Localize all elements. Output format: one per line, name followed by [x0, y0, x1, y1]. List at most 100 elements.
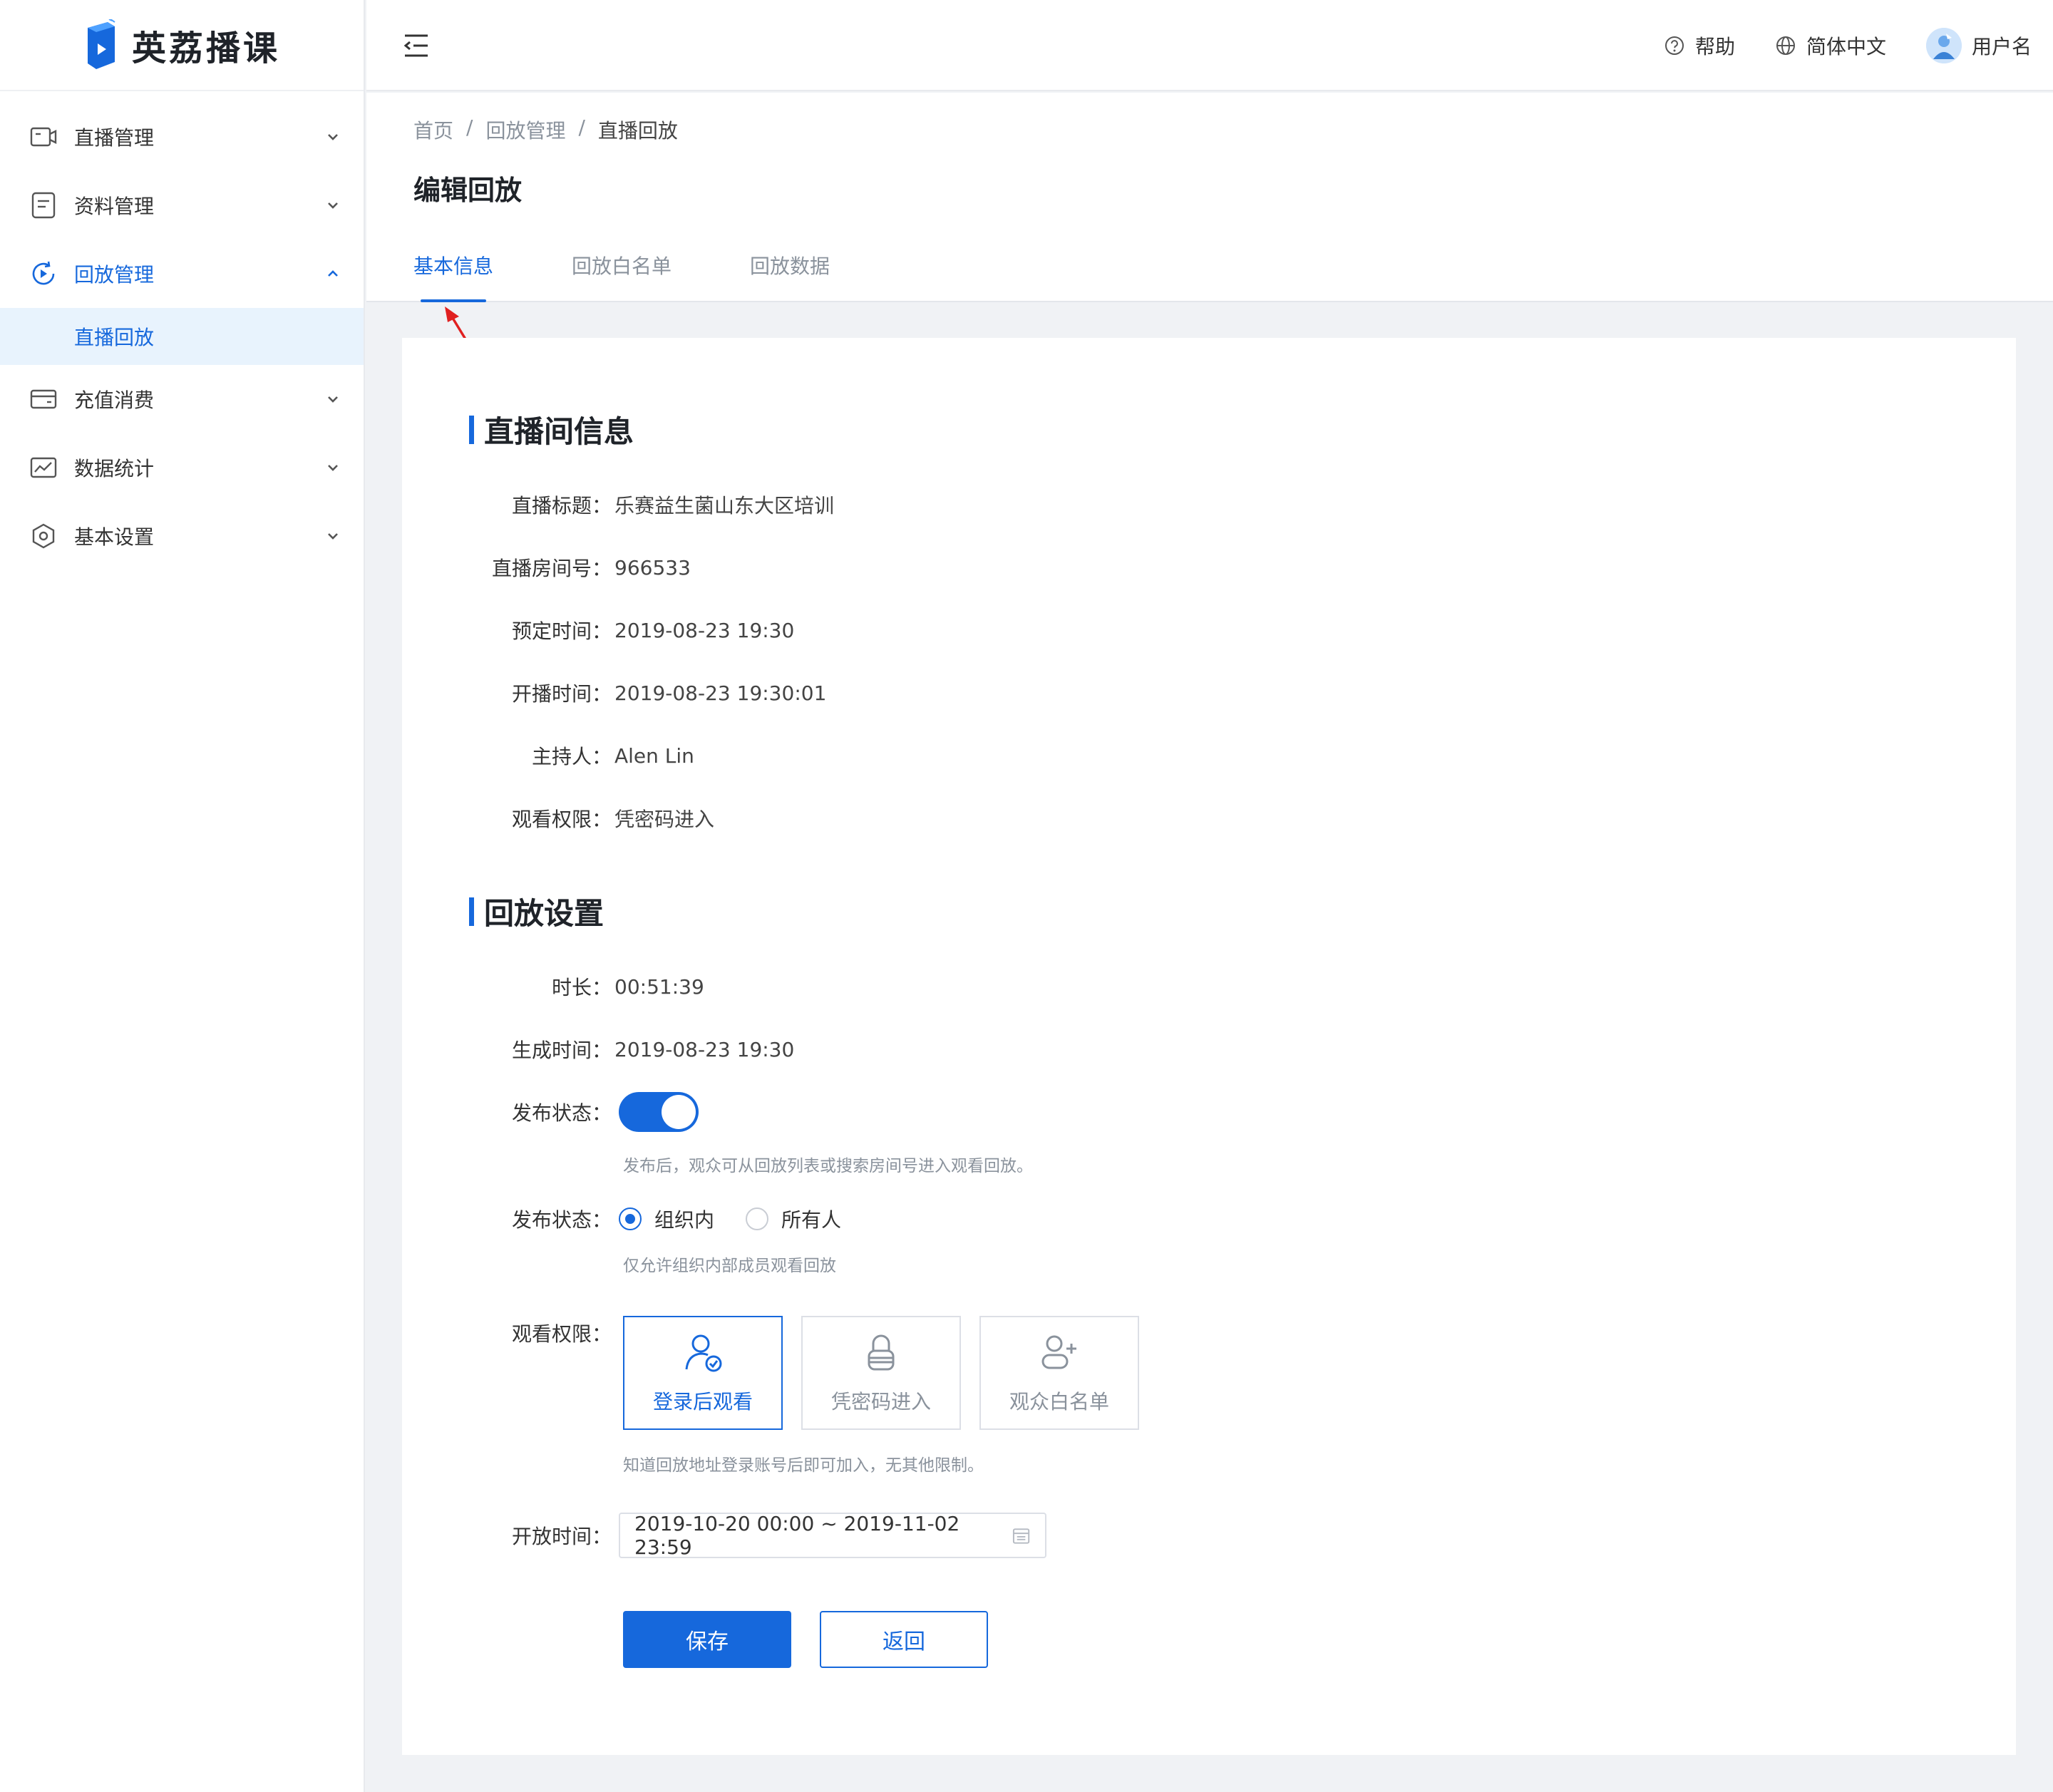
info-row-title: 直播标题： 乐赛益生菌山东大区培训: [402, 489, 834, 520]
field-value: 2019-08-23 19:30: [614, 618, 795, 642]
sidebar-item-statistics[interactable]: 数据统计: [0, 433, 364, 502]
calendar-icon: [1012, 1528, 1030, 1544]
setting-row-permission: 观看权限：: [402, 1317, 612, 1349]
field-label: 观看权限：: [511, 808, 612, 831]
open-time-date-range[interactable]: 2019-10-20 00:00 ~ 2019-11-02 23:59: [619, 1512, 1046, 1559]
permission-whitelist-option[interactable]: 观众白名单: [979, 1316, 1139, 1430]
avatar: [1925, 28, 1962, 63]
tab-basic-info[interactable]: 基本信息: [413, 251, 493, 302]
tab-replay-data[interactable]: 回放数据: [750, 251, 830, 302]
sidebar-item-live[interactable]: 直播管理: [0, 103, 364, 171]
sidebar-item-label: 基本设置: [74, 525, 155, 549]
radio-dot: [619, 1207, 642, 1230]
breadcrumb-current: 直播回放: [597, 119, 678, 143]
field-label: 开播时间：: [511, 682, 612, 706]
field-label: 主持人：: [531, 745, 612, 768]
field-value: 2019-08-23 19:30: [614, 1037, 795, 1061]
tab-replay-whitelist[interactable]: 回放白名单: [572, 251, 672, 302]
radio-dot: [746, 1207, 769, 1230]
user-check-icon: [685, 1334, 722, 1372]
settings-icon: [29, 521, 58, 551]
permission-login-option[interactable]: 登录后观看: [623, 1316, 783, 1430]
breadcrumb-home[interactable]: 首页: [413, 115, 453, 144]
chevron-down-icon: [328, 465, 338, 471]
setting-row-created-time: 生成时间： 2019-08-23 19:30: [402, 1034, 794, 1065]
sidebar-item-materials[interactable]: 资料管理: [0, 171, 364, 240]
field-value: Alen Lin: [614, 743, 694, 768]
publish-hint: 发布后，观众可从回放列表或搜索房间号进入观看回放。: [623, 1157, 1033, 1175]
field-value: 乐赛益生菌山东大区培训: [614, 494, 835, 517]
field-label: 时长：: [551, 976, 612, 999]
radio-organization[interactable]: 组织内: [619, 1205, 714, 1233]
breadcrumb-separator: /: [578, 115, 585, 139]
field-value: 00:51:39: [614, 974, 704, 999]
sidebar-item-label: 直播管理: [74, 126, 155, 150]
help-label: 帮助: [1694, 35, 1735, 58]
field-label: 开放时间：: [511, 1525, 612, 1548]
setting-row-scope: 发布状态： 组织内 所有人: [402, 1203, 841, 1235]
sidebar-item-replay[interactable]: 回放管理: [0, 240, 364, 308]
page-header: 首页 / 回放管理 / 直播回放 编辑回放 基本信息 回放白名单 回放数据: [366, 93, 2053, 302]
user-add-icon: [1041, 1335, 1076, 1369]
radio-label: 组织内: [654, 1208, 715, 1232]
radio-everyone[interactable]: 所有人: [746, 1205, 841, 1233]
video-camera-icon: [29, 122, 58, 152]
tabs: 基本信息 回放白名单 回放数据: [413, 251, 830, 302]
logo-icon: [87, 19, 115, 69]
chevron-down-icon: [328, 533, 338, 540]
sidebar-item-recharge[interactable]: 充值消费: [0, 365, 364, 433]
topbar: 帮助 简体中文 用户名: [366, 0, 2053, 91]
info-row-scheduled-time: 预定时间： 2019-08-23 19:30: [402, 614, 794, 646]
sidebar: 英荔播课 直播管理 资料管理 回放管理 直播回放 充值消费 数据统计 基本设置: [0, 0, 365, 1792]
breadcrumb-parent[interactable]: 回放管理: [485, 115, 565, 144]
scope-radio-group: 组织内 所有人: [619, 1205, 841, 1233]
lock-icon: [868, 1334, 895, 1371]
replay-icon: [29, 259, 58, 289]
username: 用户名: [1971, 35, 2032, 58]
breadcrumb-separator: /: [466, 115, 473, 139]
help-icon: [1664, 36, 1684, 55]
toggle-knob: [662, 1095, 696, 1129]
page-title: 编辑回放: [413, 175, 523, 206]
edit-replay-form: 直播间信息 直播标题： 乐赛益生菌山东大区培训 直播房间号： 966533 预定…: [402, 338, 2016, 1755]
app-name: 英荔播课: [131, 29, 280, 68]
chevron-down-icon: [328, 396, 338, 403]
sidebar-subitem-label: 直播回放: [74, 326, 155, 349]
date-range-value: 2019-10-20 00:00 ~ 2019-11-02 23:59: [634, 1512, 960, 1559]
sidebar-item-settings[interactable]: 基本设置: [0, 502, 364, 570]
info-row-permission: 观看权限： 凭密码进入: [402, 803, 714, 834]
sidebar-item-label: 资料管理: [74, 195, 155, 218]
wallet-icon: [29, 384, 58, 414]
app-logo[interactable]: 英荔播课: [0, 0, 364, 91]
user-menu[interactable]: 用户名: [1925, 28, 2032, 63]
field-label: 发布状态：: [511, 1101, 612, 1125]
permission-password-option[interactable]: 凭密码进入: [801, 1316, 961, 1430]
field-label: 观看权限：: [511, 1322, 612, 1346]
field-value: 凭密码进入: [614, 808, 715, 831]
info-row-room-number: 直播房间号： 966533: [402, 552, 691, 583]
menu-collapse-icon[interactable]: [402, 31, 431, 60]
permission-option-label: 观众白名单: [1009, 1390, 1109, 1413]
help-link[interactable]: 帮助: [1664, 31, 1735, 60]
language-switch[interactable]: 简体中文: [1775, 31, 1886, 60]
publish-toggle[interactable]: [619, 1092, 699, 1132]
sidebar-subitem-live-replay[interactable]: 直播回放: [0, 308, 364, 365]
language-label: 简体中文: [1806, 35, 1886, 58]
document-icon: [29, 190, 58, 220]
permission-option-label: 凭密码进入: [830, 1390, 931, 1413]
setting-row-duration: 时长： 00:51:39: [402, 971, 704, 1002]
field-value: 966533: [614, 555, 691, 580]
field-label: 直播标题：: [511, 494, 612, 517]
section-title-replay-settings: 回放设置: [469, 890, 604, 933]
permission-hint: 知道回放地址登录账号后即可加入，无其他限制。: [623, 1456, 984, 1475]
info-row-host: 主持人： Alen Lin: [402, 740, 694, 771]
chevron-down-icon: [328, 134, 338, 140]
breadcrumb: 首页 / 回放管理 / 直播回放: [413, 115, 678, 144]
permission-option-label: 登录后观看: [652, 1390, 753, 1413]
globe-icon: [1776, 36, 1795, 55]
field-value: 2019-08-23 19:30:01: [614, 681, 827, 705]
save-button[interactable]: 保存: [623, 1611, 791, 1668]
section-title-room-info: 直播间信息: [469, 408, 634, 451]
setting-row-publish: 发布状态：: [402, 1092, 699, 1132]
back-button[interactable]: 返回: [820, 1611, 988, 1668]
